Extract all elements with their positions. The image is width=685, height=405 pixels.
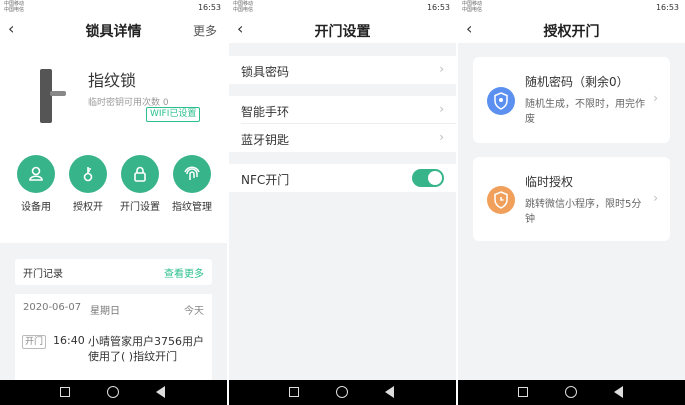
- page-title: 开门设置: [314, 24, 371, 40]
- view-more-link[interactable]: 查看更多: [164, 265, 204, 280]
- fingerprint-manage-button[interactable]: 指纹管理: [172, 155, 212, 214]
- back-nav-icon[interactable]: [614, 386, 623, 398]
- status-bar: 中国移动 中国电信 16:53: [0, 0, 227, 15]
- user-lock-icon: [17, 155, 55, 193]
- entry-tag: 开门: [22, 335, 47, 349]
- home-icon[interactable]: [565, 386, 577, 398]
- wifi-status-badge[interactable]: WIFI已设置: [146, 107, 201, 122]
- row-label: NFC开门: [241, 173, 290, 187]
- chevron-right-icon: ›: [439, 102, 444, 116]
- door-settings-screen: 中国移动 中国电信 16:53 ‹ 开门设置 锁具密码 › 智能手环 › 蓝牙钥匙…: [229, 0, 456, 405]
- entry-date: 2020-06-07: [23, 302, 82, 313]
- toggle-knob: [428, 171, 442, 185]
- chevron-right-icon: ›: [653, 91, 658, 105]
- shield-clock-icon: [487, 186, 515, 214]
- lock-image: [40, 69, 52, 123]
- chevron-right-icon: ›: [653, 191, 658, 205]
- status-time: 16:53: [655, 3, 679, 12]
- carrier-info: 中国移动 中国电信: [4, 1, 25, 13]
- nfc-row: NFC开门: [229, 164, 456, 192]
- android-nav-bar: [229, 380, 456, 405]
- row-label: 锁具密码: [241, 65, 290, 79]
- carrier-info: 中国移动 中国电信: [233, 1, 254, 13]
- home-icon[interactable]: [107, 386, 119, 398]
- smart-band-row[interactable]: 智能手环 ›: [229, 96, 456, 124]
- open-record-header: 开门记录 查看更多: [15, 259, 212, 285]
- door-settings-button[interactable]: 开门设置: [120, 155, 160, 214]
- lock-detail-screen: 中国移动 中国电信 16:53 ‹ 锁具详情 更多 指纹锁 临时密钥可用次数 0 …: [0, 0, 227, 405]
- entry-weekday: 星期日: [90, 306, 120, 317]
- status-time: 16:53: [197, 3, 221, 12]
- shield-key-icon: [487, 87, 515, 115]
- card-description: 跳转微信小程序，限时5分钟: [525, 199, 642, 225]
- screens-container: 中国移动 中国电信 16:53 ‹ 锁具详情 更多 指纹锁 临时密钥可用次数 0 …: [0, 0, 685, 405]
- nav-bar: ‹ 锁具详情 更多: [0, 15, 227, 43]
- entry-time: 16:40: [53, 334, 85, 347]
- status-bar: 中国移动 中国电信 16:53: [458, 0, 685, 15]
- lock-info-card: 指纹锁 临时密钥可用次数 0 WIFI已设置 设备用 授权开 开门设置 指纹管理: [0, 43, 227, 243]
- function-label: 授权开: [73, 202, 103, 213]
- lock-password-row[interactable]: 锁具密码 ›: [229, 56, 456, 84]
- chevron-right-icon: ›: [439, 130, 444, 144]
- status-bar: 中国移动 中国电信 16:53: [229, 0, 456, 15]
- back-nav-icon[interactable]: [385, 386, 394, 398]
- more-button[interactable]: 更多: [193, 22, 217, 39]
- row-label: 智能手环: [241, 105, 290, 119]
- recent-apps-icon[interactable]: [289, 387, 299, 397]
- back-nav-icon[interactable]: [156, 386, 165, 398]
- function-label: 指纹管理: [172, 202, 212, 213]
- fingerprint-icon: [173, 155, 211, 193]
- card-title: 临时授权: [525, 175, 574, 189]
- record-title: 开门记录: [23, 269, 63, 280]
- nav-bar: ‹ 开门设置: [229, 15, 456, 43]
- entry-today: 今天: [184, 306, 204, 317]
- card-description: 随机生成，不限时，用完作废: [525, 99, 645, 125]
- recent-apps-icon[interactable]: [518, 387, 528, 397]
- key-icon: [69, 155, 107, 193]
- recent-apps-icon[interactable]: [60, 387, 70, 397]
- function-label: 开门设置: [120, 202, 160, 213]
- chevron-right-icon: ›: [439, 62, 444, 76]
- nav-bar: ‹ 授权开门: [458, 15, 685, 43]
- authorize-open-screen: 中国移动 中国电信 16:53 ‹ 授权开门 随机密码（剩余0） 随机生成，不限时…: [458, 0, 685, 405]
- row-label: 蓝牙钥匙: [241, 133, 290, 147]
- device-user-button[interactable]: 设备用: [16, 155, 56, 214]
- lock-icon: [121, 155, 159, 193]
- entry-text: 小晴管家用户3756用户使用了( )指纹开门: [88, 335, 204, 363]
- android-nav-bar: [0, 380, 227, 405]
- lock-name: 指纹锁: [88, 71, 137, 90]
- page-title: 授权开门: [543, 24, 600, 40]
- lock-handle-image: [50, 91, 66, 96]
- function-label: 设备用: [21, 202, 51, 213]
- home-icon[interactable]: [336, 386, 348, 398]
- status-time: 16:53: [426, 3, 450, 12]
- android-nav-bar: [458, 380, 685, 405]
- random-password-card[interactable]: 随机密码（剩余0） 随机生成，不限时，用完作废 ›: [473, 57, 670, 143]
- temporary-auth-card[interactable]: 临时授权 跳转微信小程序，限时5分钟 ›: [473, 157, 670, 241]
- carrier-info: 中国移动 中国电信: [462, 1, 483, 13]
- record-entry: 2020-06-07 星期日 今天 开门 16:40 小晴管家用户3756用户使…: [15, 294, 212, 384]
- authorize-open-button[interactable]: 授权开: [68, 155, 108, 214]
- nfc-toggle[interactable]: [412, 169, 444, 187]
- card-title: 随机密码（剩余0）: [525, 75, 629, 89]
- bluetooth-key-row[interactable]: 蓝牙钥匙 ›: [229, 124, 456, 152]
